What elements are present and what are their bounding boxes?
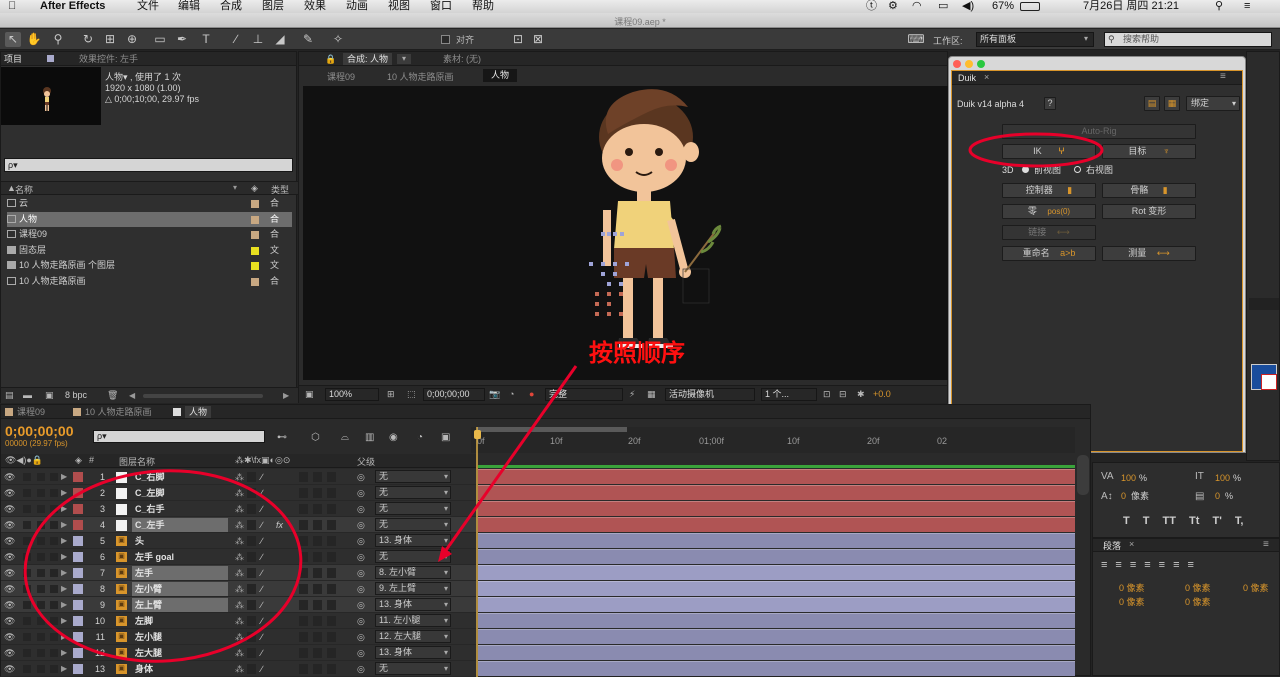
annotation-arrowhead — [438, 546, 452, 562]
annotation-arrow — [442, 365, 578, 554]
ik-highlight-ellipse — [968, 132, 1104, 168]
annotation-overlay — [23, 132, 1104, 663]
layers-highlight-ellipse — [23, 469, 303, 663]
